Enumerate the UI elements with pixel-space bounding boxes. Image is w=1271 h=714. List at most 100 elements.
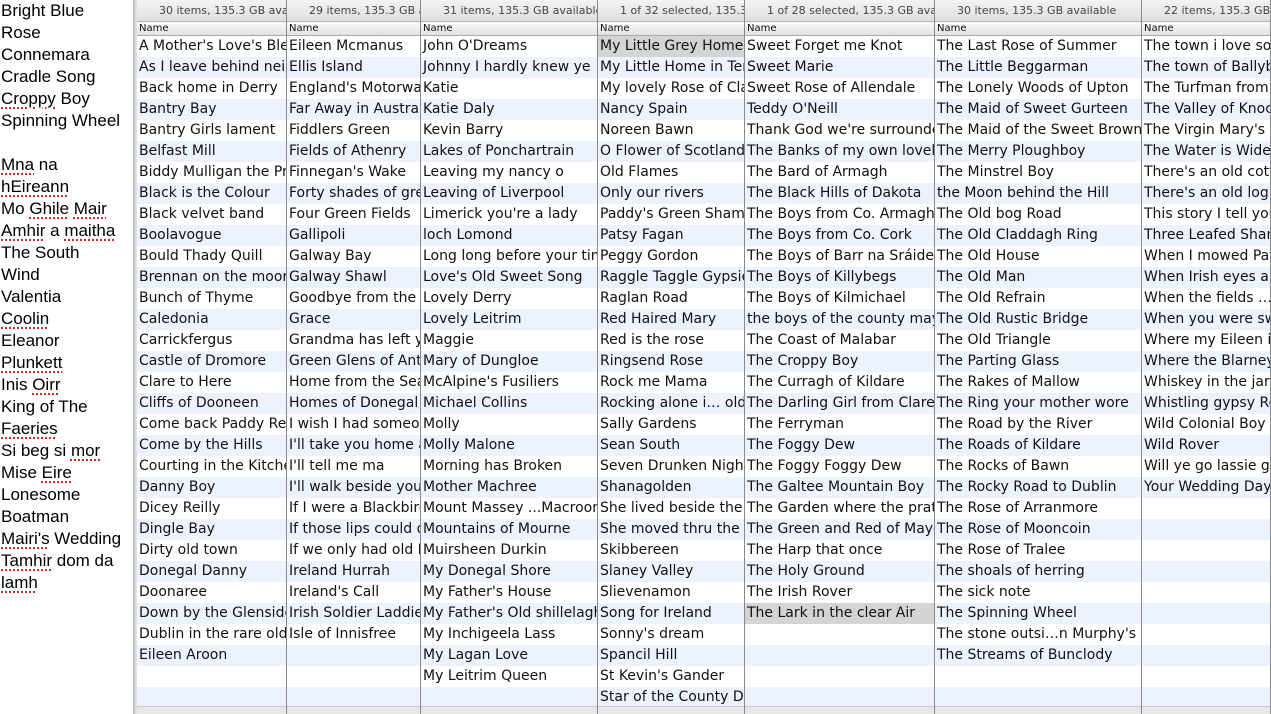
file-row[interactable]: A Mother's Love's Blessing	[137, 36, 286, 57]
file-column-1[interactable]: 30 items, 135.3 GB availableNameA Mother…	[137, 0, 287, 714]
file-row[interactable]: Forty shades of green	[287, 183, 420, 204]
horizontal-scrollbar[interactable]	[287, 706, 420, 714]
file-row[interactable]: The Holy Ground	[745, 561, 934, 582]
file-row[interactable]: Leaving my nancy o	[421, 162, 597, 183]
file-row[interactable]: The Old Rustic Bridge	[935, 309, 1141, 330]
file-row[interactable]: The Rose of Tralee	[935, 540, 1141, 561]
file-row[interactable]: There's an old log cabin	[1142, 183, 1270, 204]
file-row[interactable]: Long long before your time	[421, 246, 597, 267]
file-row[interactable]: Your Wedding Day	[1142, 477, 1270, 498]
file-row[interactable]: O Flower of Scotland	[598, 141, 744, 162]
file-row[interactable]: The Irish Rover	[745, 582, 934, 603]
file-row[interactable]: Sweet Forget me Knot	[745, 36, 934, 57]
file-row[interactable]: The Old Man	[935, 267, 1141, 288]
file-row[interactable]: Belfast Mill	[137, 141, 286, 162]
file-row[interactable]: Rock me Mama	[598, 372, 744, 393]
file-row[interactable]: My Little Home in Tervoe	[598, 57, 744, 78]
file-row[interactable]: Cliffs of Dooneen	[137, 393, 286, 414]
file-row[interactable]: Will ye go lassie go	[1142, 456, 1270, 477]
file-row[interactable]: The Spinning Wheel	[935, 603, 1141, 624]
name-column-header[interactable]: Name	[598, 22, 744, 36]
horizontal-scrollbar[interactable]	[137, 706, 286, 714]
file-row[interactable]: The Little Beggarman	[935, 57, 1141, 78]
file-row[interactable]: The Lonely Woods of Upton	[935, 78, 1141, 99]
file-row[interactable]: St Kevin's Gander	[598, 666, 744, 687]
file-row[interactable]: The Foggy Foggy Dew	[745, 456, 934, 477]
file-row[interactable]: The town of Ballybay	[1142, 57, 1270, 78]
file-row[interactable]: Mount Massey ...Macroom	[421, 498, 597, 519]
file-row[interactable]: Homes of Donegal	[287, 393, 420, 414]
file-row[interactable]: The Old Refrain	[935, 288, 1141, 309]
file-row[interactable]: The Boys from Co. Armagh	[745, 204, 934, 225]
name-column-header[interactable]: Name	[1142, 22, 1270, 36]
file-row[interactable]: She moved thru the fair	[598, 519, 744, 540]
file-row[interactable]: The Croppy Boy	[745, 351, 934, 372]
file-row[interactable]: The Boys of Barr na Sráide	[745, 246, 934, 267]
file-row[interactable]: Slievenamon	[598, 582, 744, 603]
file-row[interactable]: My Father's House	[421, 582, 597, 603]
file-row[interactable]: Whiskey in the jar	[1142, 372, 1270, 393]
file-row[interactable]: The Rose of Mooncoin	[935, 519, 1141, 540]
file-row[interactable]: I'll take you home again	[287, 435, 420, 456]
horizontal-scrollbar[interactable]	[935, 706, 1141, 714]
file-row[interactable]: Skibbereen	[598, 540, 744, 561]
file-column-4[interactable]: 1 of 32 selected, 135.3 GB availableName…	[598, 0, 745, 714]
file-row[interactable]: Come by the Hills	[137, 435, 286, 456]
file-row[interactable]: Grace	[287, 309, 420, 330]
file-row[interactable]: McAlpine's Fusiliers	[421, 372, 597, 393]
file-row[interactable]: The Green and Red of Mayo	[745, 519, 934, 540]
name-column-header[interactable]: Name	[137, 22, 286, 36]
file-row[interactable]: The Black Hills of Dakota	[745, 183, 934, 204]
file-row[interactable]: Goodbye from the Heart	[287, 288, 420, 309]
file-row[interactable]: If we only had old Ireland	[287, 540, 420, 561]
file-row[interactable]: Eileen Mcmanus	[287, 36, 420, 57]
file-row[interactable]: Sally Gardens	[598, 414, 744, 435]
file-row[interactable]: Ellis Island	[287, 57, 420, 78]
file-row[interactable]: She lived beside the Anner	[598, 498, 744, 519]
file-row[interactable]: The Rocky Road to Dublin	[935, 477, 1141, 498]
file-row[interactable]: Bould Thady Quill	[137, 246, 286, 267]
file-row[interactable]: Noreen Bawn	[598, 120, 744, 141]
file-row[interactable]: Whistling gypsy Rover	[1142, 393, 1270, 414]
file-row[interactable]: Muirsheen Durkin	[421, 540, 597, 561]
file-row[interactable]: When I mowed Pat Murphy's	[1142, 246, 1270, 267]
file-row[interactable]: Katie	[421, 78, 597, 99]
file-row[interactable]: the Moon behind the Hill	[935, 183, 1141, 204]
file-row[interactable]: When you were sweet sixteen	[1142, 309, 1270, 330]
file-row[interactable]: Katie Daly	[421, 99, 597, 120]
file-row[interactable]: Seven Drunken Nights	[598, 456, 744, 477]
file-row[interactable]: The stone outsi…n Murphy's door	[935, 624, 1141, 645]
file-row[interactable]: The Parting Glass	[935, 351, 1141, 372]
file-row[interactable]: Castle of Dromore	[137, 351, 286, 372]
file-row[interactable]: Wild Rover	[1142, 435, 1270, 456]
file-row[interactable]: Where my Eileen is waiting	[1142, 330, 1270, 351]
file-row[interactable]: The Boys of Killybegs	[745, 267, 934, 288]
file-row[interactable]: The Bard of Armagh	[745, 162, 934, 183]
file-row[interactable]: I wish I had someone	[287, 414, 420, 435]
file-row[interactable]: Spancil Hill	[598, 645, 744, 666]
file-row[interactable]: When the fields …	[1142, 288, 1270, 309]
file-row[interactable]: Raglan Road	[598, 288, 744, 309]
file-row[interactable]: My Leitrim Queen	[421, 666, 597, 687]
file-row[interactable]: Bantry Bay	[137, 99, 286, 120]
file-row[interactable]: The Boys of Kilmichael	[745, 288, 934, 309]
file-row[interactable]: Grandma has left you	[287, 330, 420, 351]
file-row[interactable]: The Old Triangle	[935, 330, 1141, 351]
file-list[interactable]: Sweet Forget me Knot Sweet Marie Sweet Ros…	[745, 36, 934, 714]
file-column-5[interactable]: 1 of 28 selected, 135.3 GB availableName…	[745, 0, 935, 714]
file-row[interactable]: As I leave behind neidin	[137, 57, 286, 78]
file-row[interactable]: My Inchigeela Lass	[421, 624, 597, 645]
horizontal-scrollbar[interactable]	[1142, 706, 1270, 714]
file-row[interactable]: the boys of the county mayo	[745, 309, 934, 330]
file-row[interactable]: The Rakes of Mallow	[935, 372, 1141, 393]
file-row[interactable]: My Donegal Shore	[421, 561, 597, 582]
file-row[interactable]: Danny Boy	[137, 477, 286, 498]
file-row[interactable]: The Garden where the praties grow	[745, 498, 934, 519]
file-row[interactable]: Galway Bay	[287, 246, 420, 267]
file-row[interactable]: Johnny I hardly knew ye	[421, 57, 597, 78]
file-row[interactable]: Paddy's Green Shamrock	[598, 204, 744, 225]
file-row[interactable]: My Lagan Love	[421, 645, 597, 666]
file-row[interactable]: Four Green Fields	[287, 204, 420, 225]
file-row[interactable]: Eileen Aroon	[137, 645, 286, 666]
file-row[interactable]: The Road by the River	[935, 414, 1141, 435]
